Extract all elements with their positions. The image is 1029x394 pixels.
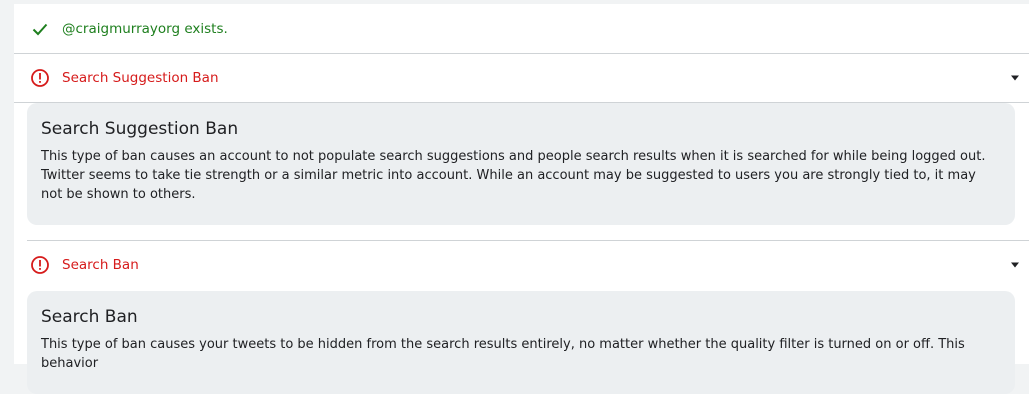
info-card: Search Suggestion Ban This type of ban c… <box>27 103 1015 225</box>
exists-label: @craigmurrayorg exists. <box>62 20 228 37</box>
alert-circle-icon <box>30 255 50 275</box>
alert-circle-icon <box>30 68 50 88</box>
info-card-title: Search Ban <box>41 307 138 327</box>
info-card-title: Search Suggestion Ban <box>41 119 239 139</box>
caret-down-icon[interactable] <box>1011 75 1019 81</box>
search-suggestion-ban-details: Search Suggestion Ban This type of ban c… <box>14 103 1029 241</box>
info-card-text: This type of ban causes your tweets to b… <box>41 337 965 371</box>
results-panel: @craigmurrayorg exists. Search Suggestio… <box>14 4 1029 394</box>
search-suggestion-ban-header[interactable]: Search Suggestion Ban <box>14 54 1029 103</box>
search-ban-details: Search Ban This type of ban causes your … <box>14 289 1029 394</box>
divider <box>27 225 1029 241</box>
search-ban-label: Search Ban <box>62 257 139 273</box>
info-card-text: This type of ban causes an account to no… <box>41 149 986 202</box>
check-icon <box>30 19 50 39</box>
exists-row: @craigmurrayorg exists. <box>14 4 1029 54</box>
caret-down-icon[interactable] <box>1011 262 1019 268</box>
search-ban-header[interactable]: Search Ban <box>14 241 1029 289</box>
search-suggestion-ban-label: Search Suggestion Ban <box>62 70 219 86</box>
info-card: Search Ban This type of ban causes your … <box>27 291 1015 394</box>
